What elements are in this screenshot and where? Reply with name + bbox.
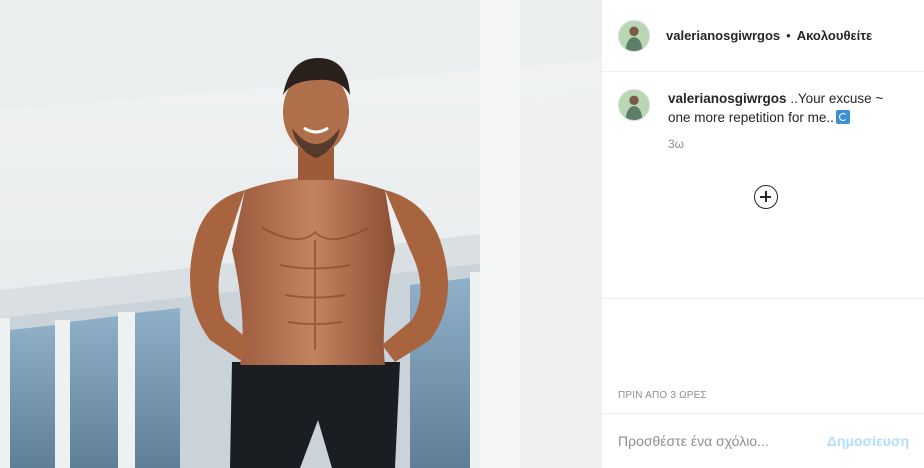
header-separator: • <box>786 28 791 43</box>
post-photo-image <box>0 0 601 468</box>
comments-section: valerianosgiwrgos ..Your excuse ~ one mo… <box>602 73 924 298</box>
header-username[interactable]: valerianosgiwrgos <box>666 28 780 43</box>
avatar-image <box>619 20 649 51</box>
post-photo[interactable] <box>0 0 601 468</box>
caption-text: valerianosgiwrgos ..Your excuse ~ one mo… <box>668 89 908 127</box>
caption-username[interactable]: valerianosgiwrgos <box>668 91 787 106</box>
comment-form: Δημοσίευση <box>602 413 924 468</box>
caption-avatar[interactable] <box>618 89 650 121</box>
following-button[interactable]: Ακολουθείτε <box>797 28 873 43</box>
post-header: valerianosgiwrgos • Ακολουθείτε <box>602 0 924 72</box>
post-sidebar: valerianosgiwrgos • Ακολουθείτε valerian… <box>601 0 924 468</box>
caption-time[interactable]: 3ω <box>668 137 909 151</box>
caption-row: valerianosgiwrgos ..Your excuse ~ one mo… <box>618 89 909 127</box>
post-actions: ΠΡΙΝ ΑΠΟ 3 ΩΡΕΣ <box>602 298 924 413</box>
post-comment-button[interactable]: Δημοσίευση <box>827 433 909 449</box>
avatar-image <box>619 90 649 120</box>
load-more-comments-button[interactable] <box>754 185 778 209</box>
post-timestamp[interactable]: ΠΡΙΝ ΑΠΟ 3 ΩΡΕΣ <box>618 390 707 401</box>
comment-input[interactable] <box>618 433 827 449</box>
avatar[interactable] <box>618 19 650 52</box>
instagram-post: valerianosgiwrgos • Ακολουθείτε valerian… <box>0 0 924 468</box>
repeat-emoji-icon <box>835 110 850 124</box>
